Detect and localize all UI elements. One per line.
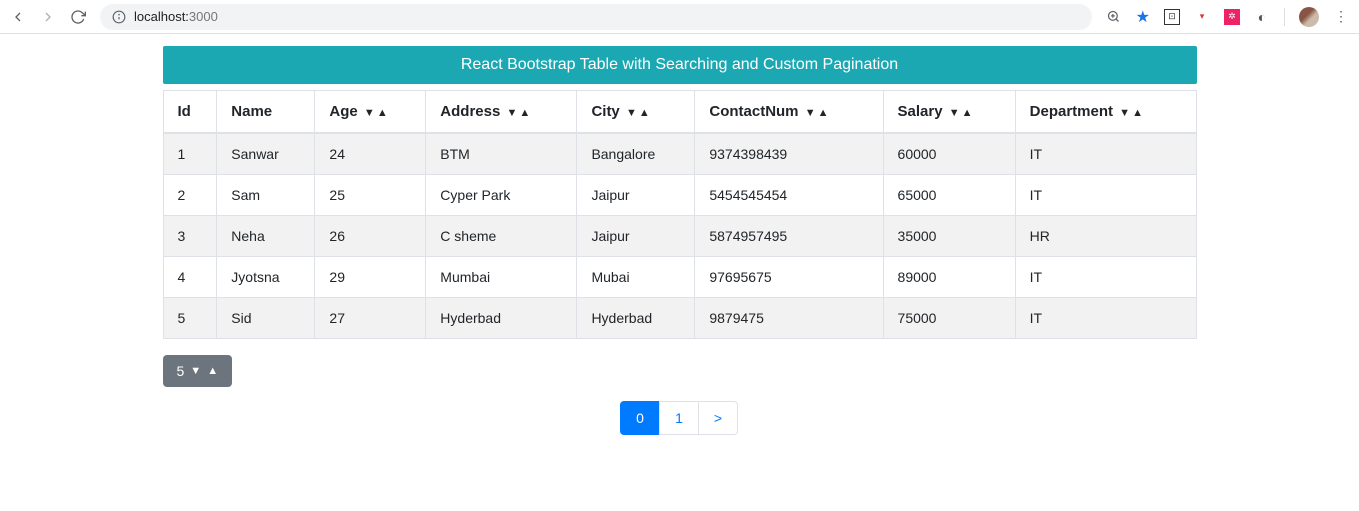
cell-age: 24	[315, 133, 426, 175]
column-header-salary[interactable]: Salary ▼▲	[883, 91, 1015, 134]
cell-id: 5	[163, 298, 217, 339]
sort-desc-icon: ▼	[1119, 107, 1130, 119]
column-header-name[interactable]: Name	[217, 91, 315, 134]
cell-age: 26	[315, 216, 426, 257]
sort-desc-icon: ▼	[805, 107, 816, 119]
reload-icon[interactable]	[70, 9, 86, 25]
cell-city: Jaipur	[577, 175, 695, 216]
sort-asc-icon: ▲	[818, 107, 829, 119]
cell-address: C sheme	[426, 216, 577, 257]
sort-desc-icon: ▼	[949, 107, 960, 119]
menu-icon[interactable]: ⋮	[1333, 9, 1349, 25]
cell-address: Cyper Park	[426, 175, 577, 216]
bookmark-star-icon[interactable]: ★	[1136, 7, 1150, 27]
ext-pink-icon[interactable]: ✲	[1224, 9, 1240, 25]
sort-desc-icon: ▼	[364, 107, 375, 119]
table-row: 5Sid27HyderbadHyderbad987947575000IT	[163, 298, 1196, 339]
info-icon	[112, 10, 126, 24]
cell-dept: IT	[1015, 298, 1196, 339]
data-table: Id Name Age ▼▲Address ▼▲City ▼▲ContactNu…	[163, 90, 1197, 339]
column-header-department[interactable]: Department ▼▲	[1015, 91, 1196, 134]
sort-desc-icon: ▼	[507, 107, 518, 119]
cell-contact: 9879475	[695, 298, 883, 339]
url: localhost:3000	[134, 9, 218, 24]
cell-dept: IT	[1015, 175, 1196, 216]
back-icon[interactable]	[10, 9, 26, 25]
zoom-icon[interactable]	[1106, 9, 1122, 25]
pagination: 01>	[163, 401, 1197, 435]
table-row: 1Sanwar24BTMBangalore937439843960000IT	[163, 133, 1196, 175]
page-0[interactable]: 0	[620, 401, 660, 435]
separator	[1284, 8, 1285, 26]
cell-address: Hyderbad	[426, 298, 577, 339]
cell-city: Bangalore	[577, 133, 695, 175]
cell-salary: 89000	[883, 257, 1015, 298]
cell-city: Mubai	[577, 257, 695, 298]
cell-age: 25	[315, 175, 426, 216]
ext-pocket-icon[interactable]: ▾	[1194, 9, 1210, 25]
page-size-value: 5	[177, 363, 185, 379]
caret-up-icon: ▲	[207, 365, 218, 377]
browser-toolbar: localhost:3000 ★ ⊡ ▾ ✲ ◐ ⋮	[0, 0, 1359, 34]
cell-salary: 60000	[883, 133, 1015, 175]
page-1[interactable]: 1	[659, 401, 699, 435]
sort-asc-icon: ▲	[1132, 107, 1143, 119]
column-header-contactnum[interactable]: ContactNum ▼▲	[695, 91, 883, 134]
cell-contact: 5454545454	[695, 175, 883, 216]
cell-name: Sam	[217, 175, 315, 216]
column-header-age[interactable]: Age ▼▲	[315, 91, 426, 134]
sort-asc-icon: ▲	[639, 107, 650, 119]
cell-age: 27	[315, 298, 426, 339]
cell-id: 2	[163, 175, 217, 216]
cell-salary: 35000	[883, 216, 1015, 257]
sort-asc-icon: ▲	[377, 107, 388, 119]
cell-dept: HR	[1015, 216, 1196, 257]
cell-contact: 9374398439	[695, 133, 883, 175]
column-header-address[interactable]: Address ▼▲	[426, 91, 577, 134]
ext-detect-icon[interactable]: ⊡	[1164, 9, 1180, 25]
cell-salary: 65000	[883, 175, 1015, 216]
page-title: React Bootstrap Table with Searching and…	[163, 46, 1197, 84]
cell-contact: 97695675	[695, 257, 883, 298]
cell-name: Neha	[217, 216, 315, 257]
cell-id: 1	[163, 133, 217, 175]
sort-asc-icon: ▲	[962, 107, 973, 119]
page-next[interactable]: >	[698, 401, 738, 435]
cell-city: Jaipur	[577, 216, 695, 257]
cell-salary: 75000	[883, 298, 1015, 339]
cell-contact: 5874957495	[695, 216, 883, 257]
column-header-city[interactable]: City ▼▲	[577, 91, 695, 134]
column-header-id[interactable]: Id	[163, 91, 217, 134]
ext-circle-icon[interactable]: ◐	[1254, 9, 1270, 25]
cell-age: 29	[315, 257, 426, 298]
sort-asc-icon: ▲	[519, 107, 530, 119]
cell-address: BTM	[426, 133, 577, 175]
caret-down-icon: ▼	[190, 365, 201, 377]
cell-id: 3	[163, 216, 217, 257]
sort-desc-icon: ▼	[626, 107, 637, 119]
forward-icon[interactable]	[40, 9, 56, 25]
cell-dept: IT	[1015, 257, 1196, 298]
table-row: 4Jyotsna29MumbaiMubai9769567589000IT	[163, 257, 1196, 298]
cell-dept: IT	[1015, 133, 1196, 175]
cell-id: 4	[163, 257, 217, 298]
cell-city: Hyderbad	[577, 298, 695, 339]
cell-name: Jyotsna	[217, 257, 315, 298]
cell-name: Sanwar	[217, 133, 315, 175]
page-size-dropdown[interactable]: 5 ▼ ▲	[163, 355, 233, 387]
table-row: 2Sam25Cyper ParkJaipur545454545465000IT	[163, 175, 1196, 216]
address-bar[interactable]: localhost:3000	[100, 4, 1092, 30]
cell-address: Mumbai	[426, 257, 577, 298]
profile-avatar[interactable]	[1299, 7, 1319, 27]
cell-name: Sid	[217, 298, 315, 339]
table-row: 3Neha26C shemeJaipur587495749535000HR	[163, 216, 1196, 257]
